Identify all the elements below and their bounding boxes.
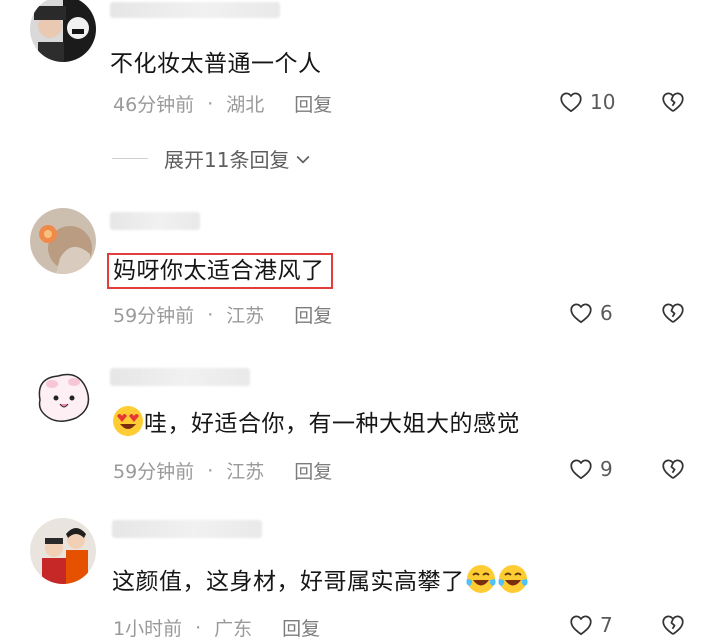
comment-time: 59分钟前 <box>113 461 195 483</box>
reply-button[interactable]: 回复 <box>294 457 332 484</box>
like-count: 6 <box>600 301 613 325</box>
comment-time: 46分钟前 <box>113 94 195 116</box>
comment-meta: 59分钟前 · 江苏 回复 <box>113 457 332 484</box>
username-blurred[interactable] <box>110 368 250 386</box>
broken-heart-icon[interactable] <box>660 89 686 115</box>
heart-outline-icon <box>570 459 592 480</box>
like-count: 9 <box>600 457 613 481</box>
separator-dot: · <box>207 92 214 115</box>
comment-text: 不化妆太普通一个人 <box>110 51 322 77</box>
comment-location: 江苏 <box>226 461 265 483</box>
comment-text-line: 这颜值，这身材，好哥属实高攀了 <box>112 562 529 596</box>
comment-meta: 46分钟前 · 湖北 回复 <box>113 90 332 117</box>
heart-outline-icon <box>570 303 592 324</box>
expand-replies-label: 展开11条回复 <box>164 148 290 172</box>
comment-time: 1小时前 <box>113 618 183 640</box>
comment-meta: 1小时前 · 广东 回复 <box>113 614 320 641</box>
like-button[interactable]: 9 <box>568 456 613 482</box>
expand-divider <box>112 158 148 159</box>
comment-text-line: 哇，好适合你，有一种大姐大的感觉 <box>112 404 520 438</box>
username-blurred[interactable] <box>110 212 200 230</box>
comment-text: 哇，好适合你，有一种大姐大的感觉 <box>144 411 520 437</box>
chevron-down-icon <box>297 155 310 164</box>
broken-heart-icon[interactable] <box>660 612 686 638</box>
avatar[interactable] <box>30 364 96 430</box>
expand-replies-button[interactable]: 展开11条回复 <box>112 144 313 173</box>
comment-meta: 59分钟前 · 江苏 回复 <box>113 301 332 328</box>
comment-text-wrapper: 妈呀你太适合港风了 <box>107 251 333 289</box>
comment-location: 广东 <box>214 618 253 640</box>
comment-text: 这颜值，这身材，好哥属实高攀了 <box>112 569 465 595</box>
like-count: 7 <box>600 613 613 637</box>
separator-dot: · <box>195 616 202 639</box>
comment-time: 59分钟前 <box>113 305 195 327</box>
username-blurred[interactable] <box>112 520 262 538</box>
comment-text: 妈呀你太适合港风了 <box>107 253 333 289</box>
tears-of-joy-emoji <box>465 563 497 595</box>
like-button[interactable]: 6 <box>568 300 613 326</box>
reply-button[interactable]: 回复 <box>282 614 320 641</box>
comment-location: 江苏 <box>226 305 265 327</box>
like-count: 10 <box>590 90 616 114</box>
heart-outline-icon <box>570 615 592 636</box>
comment-location: 湖北 <box>226 94 265 116</box>
heart-outline-icon <box>560 92 582 113</box>
broken-heart-icon[interactable] <box>660 300 686 326</box>
reply-button[interactable]: 回复 <box>294 301 332 328</box>
heart-eyes-emoji <box>112 405 144 437</box>
like-button[interactable]: 10 <box>558 89 615 115</box>
avatar[interactable] <box>30 518 96 584</box>
avatar[interactable] <box>30 208 96 274</box>
like-button[interactable]: 7 <box>568 612 613 638</box>
separator-dot: · <box>207 303 214 326</box>
avatar[interactable] <box>30 0 96 62</box>
reply-button[interactable]: 回复 <box>294 90 332 117</box>
separator-dot: · <box>207 459 214 482</box>
tears-of-joy-emoji <box>497 563 529 595</box>
broken-heart-icon[interactable] <box>660 456 686 482</box>
username-blurred[interactable] <box>110 2 280 18</box>
